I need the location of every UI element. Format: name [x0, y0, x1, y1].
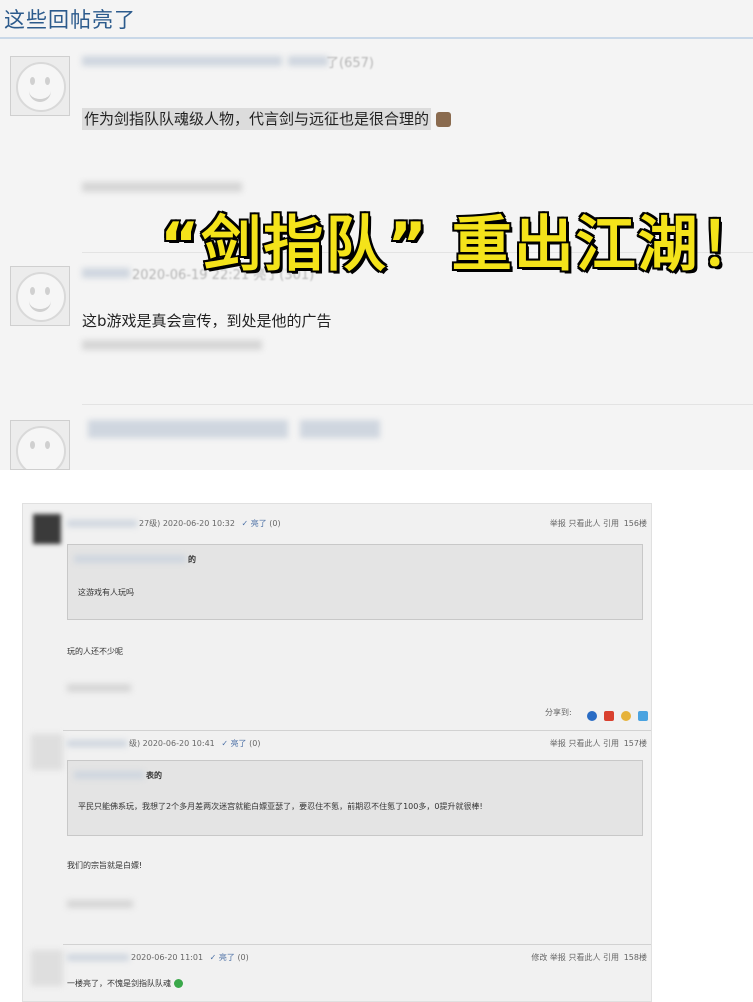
- like-button[interactable]: ✓ 亮了: [241, 519, 266, 528]
- floor-number: 156楼: [623, 519, 647, 528]
- quote-box: 表的 平民只能佛系玩，我想了2个多月差两次迷宫就能白嫖亚瑟了，要忍住不氪，前期忍…: [67, 760, 643, 836]
- username-blurred[interactable]: [67, 740, 127, 747]
- overlay-headline: “剑指队” 重出江湖！: [159, 209, 753, 282]
- smile-emoji-icon: [173, 979, 183, 988]
- like-label: 亮了: [218, 953, 235, 962]
- reply-text: 这b游戏是真会宣传，到处是他的广告: [82, 312, 332, 330]
- username-blurred[interactable]: [82, 268, 130, 278]
- signature-blurred: [67, 900, 133, 908]
- avatar[interactable]: [33, 514, 61, 544]
- quoted-author-blurred: [74, 555, 186, 563]
- share-icons: [585, 705, 649, 724]
- quoted-author-suffix: 表的: [146, 771, 162, 780]
- post-meta: 级) 2020-06-20 10:41 ✓ 亮了 (0): [129, 738, 260, 749]
- like-label: 亮了: [250, 519, 267, 528]
- post-meta: 27级) 2020-06-20 10:32 ✓ 亮了 (0): [139, 518, 281, 529]
- post-actions[interactable]: 举报 只看此人 引用: [550, 738, 619, 749]
- username-blurred[interactable]: [67, 520, 137, 527]
- like-count: (0): [249, 739, 261, 748]
- quoted-text: 平民只能佛系玩，我想了2个多月差两次迷宫就能白嫖亚瑟了，要忍住不氪，前期忍不住氪…: [78, 802, 483, 811]
- row-divider: [82, 404, 753, 405]
- username-blurred[interactable]: [67, 954, 129, 961]
- like-button[interactable]: ✓ 亮了: [210, 953, 235, 962]
- row-divider: [63, 944, 651, 945]
- avatar[interactable]: [31, 950, 63, 986]
- avatar[interactable]: [10, 56, 70, 116]
- post-time: 27级) 2020-06-20 10:32: [139, 519, 235, 528]
- quoted-text: 这游戏有人玩吗: [78, 588, 134, 597]
- reply-text-body: 一楼亮了，不愧是剑指队队魂: [67, 979, 171, 988]
- post-actions[interactable]: 修改 举报 只看此人 引用: [531, 952, 619, 963]
- like-button[interactable]: ✓ 亮了: [221, 739, 246, 748]
- share-weibo-icon[interactable]: [587, 710, 597, 721]
- floor-number: 158楼: [623, 953, 647, 962]
- quote-box: 的 这游戏有人玩吗: [67, 544, 643, 620]
- signature-blurred: [82, 340, 262, 350]
- share-label: 分享到:: [545, 708, 572, 717]
- post-time: 级) 2020-06-20 10:41: [129, 739, 215, 748]
- section-title: 这些回帖亮了: [4, 8, 136, 32]
- avatar[interactable]: [10, 266, 70, 326]
- post-meta: 了(657): [326, 56, 374, 71]
- floor-number: 157楼: [623, 739, 647, 748]
- user-level-blurred: [288, 56, 328, 66]
- signature-blurred: [82, 182, 242, 192]
- reply-text: 一楼亮了，不愧是剑指队队魂: [67, 978, 183, 989]
- username-blurred[interactable]: [82, 56, 282, 66]
- reply-text: 玩的人还不少呢: [67, 647, 123, 656]
- share-tencent-icon[interactable]: [638, 710, 649, 721]
- like-count: (0): [237, 953, 249, 962]
- reply-text: 作为剑指队队魂级人物，代言剑与远征也是很合理的: [82, 108, 451, 130]
- title-divider: [0, 37, 753, 39]
- quoted-author-suffix: 的: [188, 555, 196, 564]
- avatar[interactable]: [31, 734, 63, 770]
- reply-text-highlight: 作为剑指队队魂级人物，代言剑与远征也是很合理的: [82, 108, 432, 130]
- post-actions[interactable]: 举报 只看此人 引用: [550, 518, 619, 529]
- reply-text: 我们的宗旨就是白嫖!: [67, 861, 143, 870]
- emoji-icon: [435, 112, 451, 127]
- forum-thread-panel: 27级) 2020-06-20 10:32 ✓ 亮了 (0) 举报 只看此人 引…: [22, 503, 652, 1002]
- post-meta: 2020-06-20 11:01 ✓ 亮了 (0): [131, 952, 249, 963]
- share-qzone-icon[interactable]: [604, 710, 615, 721]
- signature-blurred: [67, 684, 131, 692]
- post-time: 2020-06-20 11:01: [131, 953, 204, 962]
- like-count: (0): [269, 519, 281, 528]
- username-blurred[interactable]: [88, 420, 288, 438]
- like-label: 亮了: [230, 739, 247, 748]
- quoted-author-blurred: [74, 771, 144, 779]
- share-qq-icon[interactable]: [621, 710, 632, 721]
- row-divider: [63, 730, 651, 731]
- avatar[interactable]: [10, 420, 70, 470]
- post-meta-blurred: [300, 420, 380, 438]
